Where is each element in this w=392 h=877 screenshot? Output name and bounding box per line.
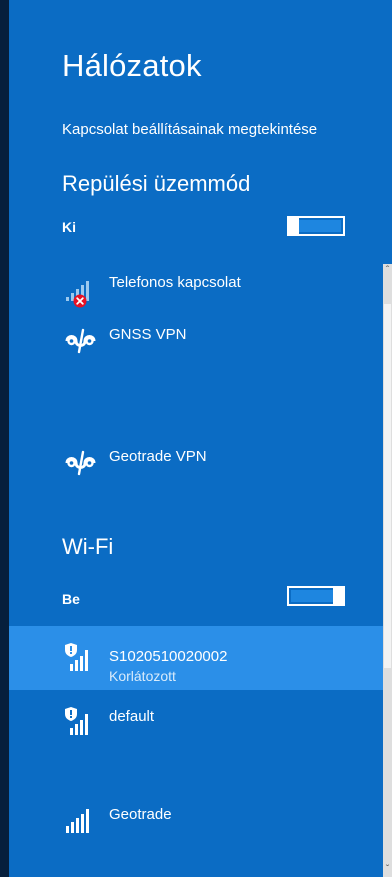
network-status: Korlátozott bbox=[109, 668, 176, 684]
connection-settings-link[interactable]: Kapcsolat beállításainak megtekintése bbox=[62, 121, 317, 138]
connection-item-geotrade-vpn[interactable]: Geotrade VPN bbox=[9, 434, 383, 498]
scroll-down-icon[interactable]: ˇ bbox=[383, 865, 392, 875]
wifi-network-s1020510020002[interactable]: S1020510020002 Korlátozott bbox=[9, 626, 383, 690]
wifi-signal-icon bbox=[66, 809, 89, 833]
connections-scrollbar[interactable]: ˆ ˇ bbox=[383, 264, 392, 877]
wifi-title: Wi-Fi bbox=[62, 534, 114, 559]
vpn-icon bbox=[65, 450, 96, 476]
connection-name: Geotrade VPN bbox=[109, 448, 207, 465]
connection-name: GNSS VPN bbox=[109, 326, 187, 343]
wifi-shield-signal-icon bbox=[65, 643, 88, 671]
airplane-mode-toggle[interactable] bbox=[287, 216, 345, 236]
toggle-thumb bbox=[287, 216, 299, 236]
airplane-mode-title: Repülési üzemmód bbox=[62, 171, 251, 196]
airplane-mode-state: Ki bbox=[62, 219, 76, 235]
network-name: Geotrade bbox=[109, 806, 172, 823]
wifi-network-default[interactable]: default bbox=[9, 696, 383, 760]
connection-item-gnss-vpn[interactable]: GNSS VPN bbox=[9, 312, 383, 376]
desktop-edge bbox=[0, 0, 9, 877]
dialup-signal-error-icon bbox=[66, 281, 89, 308]
panel-title: Hálózatok bbox=[62, 48, 202, 83]
toggle-thumb bbox=[333, 586, 345, 606]
vpn-icon bbox=[65, 328, 96, 354]
connection-name: Telefonos kapcsolat bbox=[109, 274, 241, 291]
wifi-toggle[interactable] bbox=[287, 586, 345, 606]
wifi-state: Be bbox=[62, 591, 80, 607]
network-name: S1020510020002 bbox=[109, 648, 228, 665]
network-flyout: Hálózatok Kapcsolat beállításainak megte… bbox=[0, 0, 392, 877]
connections-list[interactable]: Telefonos kapcsolat GNSS VPN Geotrade VP… bbox=[9, 264, 383, 877]
wifi-shield-signal-icon bbox=[65, 707, 88, 735]
scrollbar-thumb[interactable] bbox=[384, 304, 391, 668]
scroll-up-icon[interactable]: ˆ bbox=[383, 266, 392, 276]
wifi-network-geotrade[interactable]: Geotrade bbox=[9, 794, 383, 858]
network-name: default bbox=[109, 708, 155, 725]
